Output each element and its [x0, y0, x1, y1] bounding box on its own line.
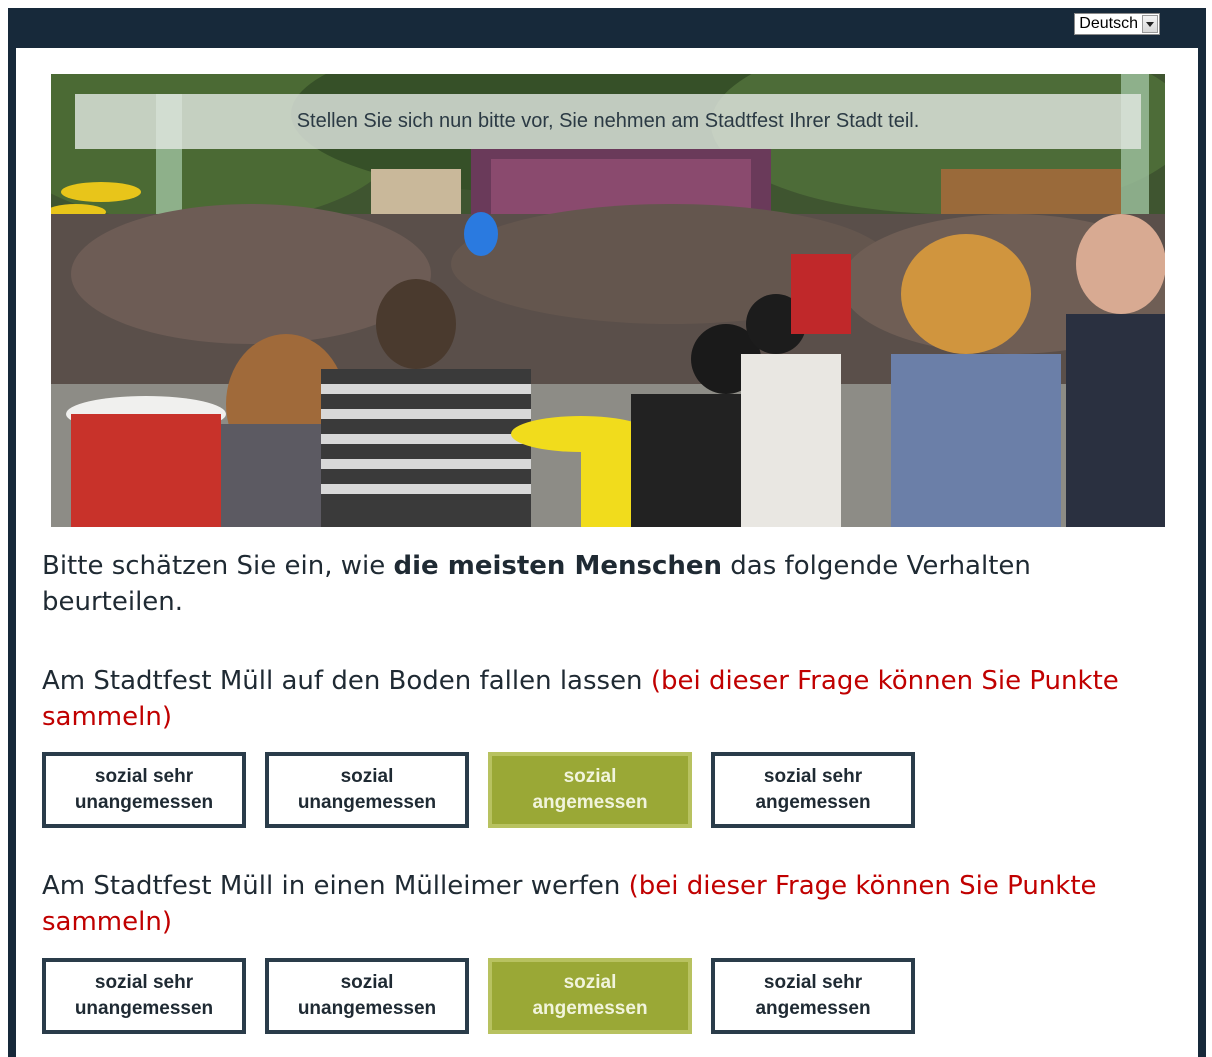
instruction-emphasis: die meisten Menschen	[393, 551, 723, 581]
question-2: Am Stadtfest Müll in einen Mülleimer wer…	[42, 868, 1172, 940]
q2-option-inappropriate[interactable]: sozial unangemessen	[265, 958, 469, 1034]
q1-option-very-appropriate[interactable]: sozial sehr angemessen	[711, 752, 915, 828]
top-bar	[8, 8, 1206, 48]
q1-option-appropriate[interactable]: sozial angemessen	[488, 752, 692, 828]
q1-option-very-inappropriate[interactable]: sozial sehr unangemessen	[42, 752, 246, 828]
q1-option-inappropriate[interactable]: sozial unangemessen	[265, 752, 469, 828]
q2-option-very-appropriate[interactable]: sozial sehr angemessen	[711, 958, 915, 1034]
q2-option-very-inappropriate[interactable]: sozial sehr unangemessen	[42, 958, 246, 1034]
frame-border-left	[8, 8, 16, 1057]
page-frame: Deutsch Stellen Sie sich nun bitte vor, …	[0, 0, 1212, 1057]
question-2-text: Am Stadtfest Müll in einen Mülleimer wer…	[42, 871, 629, 901]
instruction-prefix: Bitte schätzen Sie ein, wie	[42, 551, 394, 581]
frame-border-right	[1198, 8, 1206, 1057]
q2-option-appropriate[interactable]: sozial angemessen	[488, 958, 692, 1034]
chevron-down-icon[interactable]	[1142, 15, 1158, 33]
instruction-text: Bitte schätzen Sie ein, wie die meisten …	[42, 548, 1162, 620]
question-1: Am Stadtfest Müll auf den Boden fallen l…	[42, 663, 1172, 735]
question-1-text: Am Stadtfest Müll auf den Boden fallen l…	[42, 666, 651, 696]
language-select[interactable]: Deutsch	[1074, 13, 1160, 35]
language-select-value: Deutsch	[1079, 15, 1138, 32]
question-2-options: sozial sehr unangemessen sozial unangeme…	[42, 958, 915, 1034]
hero-image: Stellen Sie sich nun bitte vor, Sie nehm…	[51, 74, 1165, 527]
question-1-options: sozial sehr unangemessen sozial unangeme…	[42, 752, 915, 828]
scenario-banner: Stellen Sie sich nun bitte vor, Sie nehm…	[75, 94, 1141, 149]
